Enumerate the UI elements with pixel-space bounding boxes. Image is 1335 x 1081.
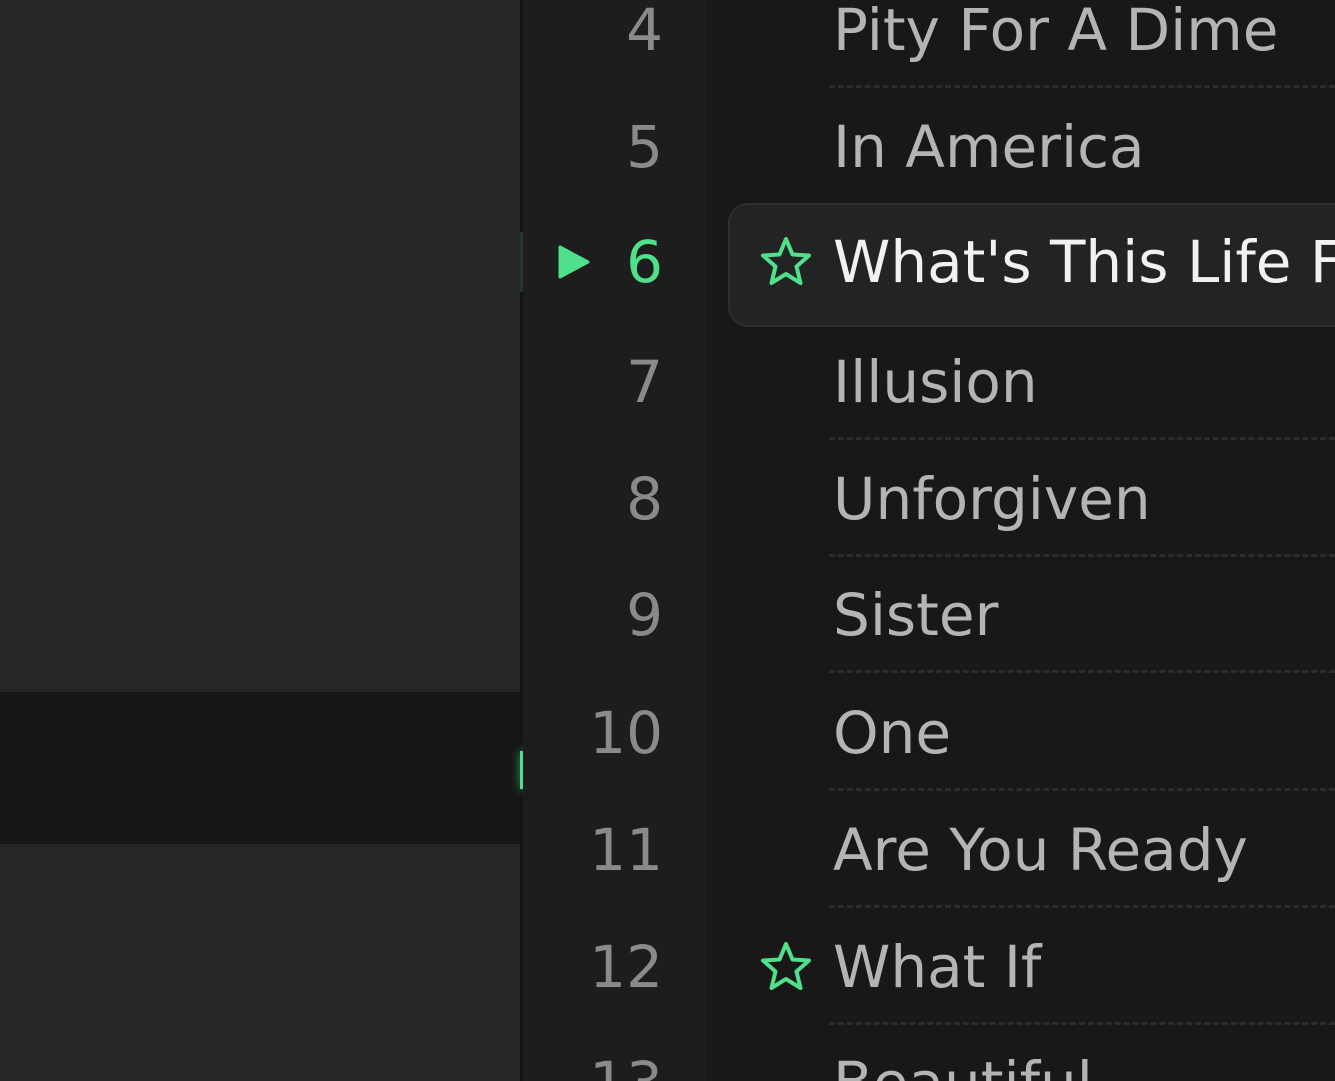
track-number: 11 (589, 815, 663, 884)
track-row[interactable]: 4 Pity For A Dime (523, 0, 1335, 88)
track-number: 7 (626, 347, 663, 416)
track-row[interactable]: 9 Sister (523, 556, 1335, 673)
track-number: 9 (626, 580, 663, 649)
track-row[interactable]: 5 In America (523, 88, 1335, 205)
track-title: Illusion (833, 347, 1038, 416)
track-row[interactable]: 12 What If (523, 908, 1335, 1025)
star-icon[interactable] (759, 940, 813, 994)
track-number: 8 (626, 464, 663, 533)
track-row-now-playing[interactable]: 6 What's This Life Fo (523, 203, 1335, 327)
track-number: 12 (589, 932, 663, 1001)
track-row[interactable]: 10 One (523, 674, 1335, 791)
track-number: 5 (626, 112, 663, 181)
play-icon (558, 245, 590, 278)
track-number: 13 (589, 1054, 663, 1081)
track-title: What's This Life Fo (833, 227, 1335, 296)
track-title: Beautiful (833, 1054, 1093, 1081)
track-title: Pity For A Dime (833, 0, 1279, 64)
track-number: 4 (626, 0, 663, 64)
track-title: What If (833, 932, 1042, 1001)
left-pane-selected-band[interactable] (0, 692, 520, 844)
track-title: Sister (833, 580, 999, 649)
track-title: In America (833, 112, 1145, 181)
track-row[interactable]: 8 Unforgiven (523, 440, 1335, 557)
track-title: One (833, 698, 952, 767)
track-title: Are You Ready (833, 815, 1248, 884)
row-divider (829, 670, 1335, 673)
track-title: Unforgiven (833, 464, 1151, 533)
track-row[interactable]: 11 Are You Ready (523, 791, 1335, 908)
star-icon[interactable] (759, 235, 813, 289)
track-row[interactable]: 13 Beautiful (523, 1025, 1335, 1081)
track-number: 6 (626, 227, 663, 296)
left-pane (0, 0, 520, 1081)
track-row[interactable]: 7 Illusion (523, 323, 1335, 440)
track-number: 10 (589, 698, 663, 767)
